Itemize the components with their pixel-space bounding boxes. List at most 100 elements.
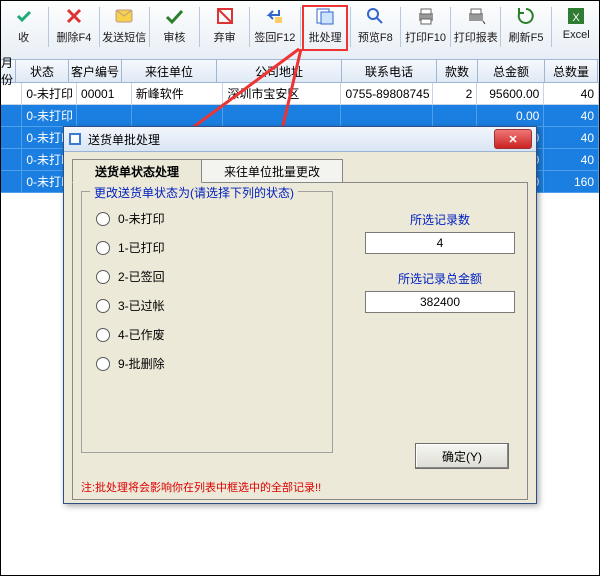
- toolbar-label: 审核: [163, 29, 185, 45]
- cell-date: [1, 127, 22, 149]
- return-icon: [264, 5, 286, 27]
- radio-dot: [96, 241, 110, 255]
- toolbar-label: 签回F12: [254, 29, 295, 45]
- col-addr[interactable]: 公司地址: [217, 60, 342, 82]
- tab-status[interactable]: 送货单状态处理: [72, 159, 202, 183]
- batch-dialog: 送货单批处理 ✕ 送货单状态处理 来往单位批量更改 更改送货单状态为(请选择下列…: [63, 126, 537, 504]
- toolbar-separator: [199, 7, 200, 47]
- toolbar-separator: [249, 7, 250, 47]
- col-phone[interactable]: 联系电话: [342, 60, 437, 82]
- status-radio-2[interactable]: 2-已签回: [96, 268, 318, 285]
- status-group: 更改送货单状态为(请选择下列的状态) 0-未打印1-已打印2-已签回3-已过帐4…: [81, 191, 333, 453]
- cell-status: 0-未打印: [22, 105, 77, 127]
- cell-qty: 40: [544, 127, 599, 149]
- sum-label: 所选记录总金额: [365, 270, 515, 287]
- toolbar-separator: [149, 7, 150, 47]
- cell-cnt: 2: [433, 83, 477, 105]
- toolbar-report-button[interactable]: 打印报表: [453, 5, 498, 51]
- delete-icon: [63, 5, 85, 27]
- status-radio-4[interactable]: 4-已作废: [96, 326, 318, 343]
- cell-phone: [341, 105, 433, 127]
- radio-label: 9-批删除: [118, 355, 165, 372]
- excel-icon: X: [565, 5, 587, 27]
- cell-date: [1, 171, 22, 193]
- dialog-title: 送货单批处理: [88, 131, 494, 148]
- toolbar-sms-button[interactable]: 发送短信: [101, 5, 146, 51]
- count-value: 4: [365, 232, 515, 254]
- radio-label: 2-已签回: [118, 268, 165, 285]
- toolbar-recv-button[interactable]: 收: [1, 5, 46, 51]
- svg-text:X: X: [573, 12, 581, 24]
- toolbar-delete-button[interactable]: 删除F4: [51, 5, 96, 51]
- toolbar: 收 删除F4 发送短信 审核 弃审签回F12 批处理预览F8 打印F10 打印报表刷新F5 XE…: [1, 1, 599, 60]
- status-radio-3[interactable]: 3-已过帐: [96, 297, 318, 314]
- group-title: 更改送货单状态为(请选择下列的状态): [90, 184, 298, 201]
- toolbar-label: Excel: [563, 29, 590, 41]
- radio-list: 0-未打印 1-已打印 2-已签回 3-已过帐 4-已作废 9-批删除: [82, 192, 332, 372]
- toolbar-audit-button[interactable]: 审核: [152, 5, 197, 51]
- toolbar-separator: [500, 7, 501, 47]
- status-radio-5[interactable]: 9-批删除: [96, 355, 318, 372]
- ok-button[interactable]: 确定(Y): [415, 443, 509, 469]
- toolbar-excel-button[interactable]: X Excel: [554, 5, 599, 51]
- radio-dot: [96, 212, 110, 226]
- sum-value: 382400: [365, 291, 515, 313]
- col-cust[interactable]: 客户编号: [69, 60, 122, 82]
- sms-icon: [113, 5, 135, 27]
- toolbar-separator: [99, 7, 100, 47]
- toolbar-label: 删除F4: [56, 29, 91, 45]
- radio-dot: [96, 357, 110, 371]
- cell-qty: 40: [544, 149, 599, 171]
- dialog-tabs: 送货单状态处理 来往单位批量更改: [72, 158, 536, 182]
- toolbar-batch-button[interactable]: 批处理: [302, 5, 347, 51]
- dialog-panel: 更改送货单状态为(请选择下列的状态) 0-未打印 1-已打印 2-已签回 3-已过帐 4…: [72, 182, 528, 500]
- col-unit[interactable]: 来往单位: [122, 60, 217, 82]
- toolbar-return-button[interactable]: 签回F12: [252, 5, 297, 51]
- toolbar-label: 打印报表: [454, 29, 498, 45]
- summary-box: 所选记录数 4 所选记录总金额 382400: [365, 211, 515, 329]
- cell-date: [1, 105, 22, 127]
- toolbar-label: 收: [18, 29, 29, 45]
- recv-icon: [13, 5, 35, 27]
- toolbar-preview-button[interactable]: 预览F8: [353, 5, 398, 51]
- radio-label: 3-已过帐: [118, 297, 165, 314]
- close-button[interactable]: ✕: [494, 129, 532, 149]
- toolbar-separator: [48, 7, 49, 47]
- col-date[interactable]: 月份: [1, 60, 16, 82]
- radio-dot: [96, 270, 110, 284]
- table-header: 月份状态客户编号来往单位公司地址联系电话款数总金额总数量: [1, 60, 599, 83]
- toolbar-reject-button[interactable]: 弃审: [202, 5, 247, 51]
- tab-unit[interactable]: 来往单位批量更改: [201, 159, 343, 183]
- cell-addr: [223, 105, 341, 127]
- cell-date: [1, 149, 22, 171]
- toolbar-label: 预览F8: [358, 29, 393, 45]
- cell-addr: 深圳市宝安区: [223, 83, 341, 105]
- col-qty[interactable]: 总数量: [545, 60, 598, 82]
- table-row[interactable]: 0-未打印0.0040: [1, 105, 599, 127]
- col-amt[interactable]: 总金额: [478, 60, 545, 82]
- dialog-icon: [68, 132, 82, 146]
- print-icon: [415, 5, 437, 27]
- toolbar-print-button[interactable]: 打印F10: [403, 5, 448, 51]
- toolbar-label: 发送短信: [102, 29, 146, 45]
- toolbar-label: 刷新F5: [509, 29, 544, 45]
- cell-qty: 160: [544, 171, 599, 193]
- reject-icon: [214, 5, 236, 27]
- radio-label: 0-未打印: [118, 210, 165, 227]
- toolbar-separator: [450, 7, 451, 47]
- radio-dot: [96, 299, 110, 313]
- col-cnt[interactable]: 款数: [437, 60, 478, 82]
- table-row[interactable]: 0-未打印00001新峰软件深圳市宝安区0755-89808745295600.…: [1, 83, 599, 105]
- dialog-titlebar: 送货单批处理 ✕: [64, 127, 536, 152]
- status-radio-1[interactable]: 1-已打印: [96, 239, 318, 256]
- cell-qty: 40: [544, 83, 599, 105]
- cell-amt: 95600.00: [477, 83, 544, 105]
- cell-cust: [77, 105, 132, 127]
- radio-dot: [96, 328, 110, 342]
- radio-label: 1-已打印: [118, 239, 165, 256]
- status-radio-0[interactable]: 0-未打印: [96, 210, 318, 227]
- audit-icon: [163, 5, 185, 27]
- col-status[interactable]: 状态: [16, 60, 69, 82]
- toolbar-label: 打印F10: [405, 29, 446, 45]
- toolbar-refresh-button[interactable]: 刷新F5: [503, 5, 548, 51]
